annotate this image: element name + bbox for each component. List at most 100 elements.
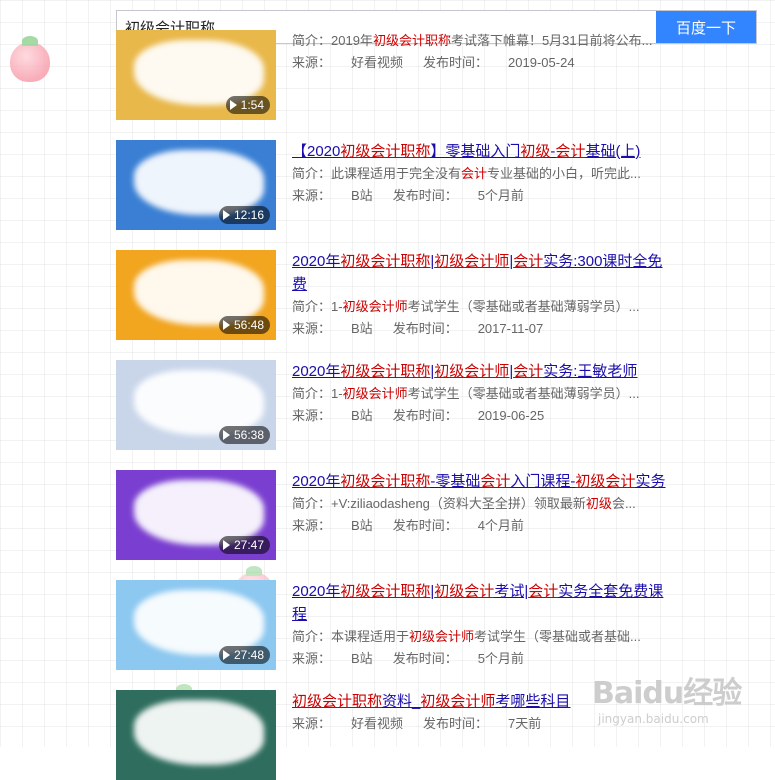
time-prefix: 发布时间： [392,188,458,203]
desc-text: 会... [611,496,636,511]
source-value: 好看视频 [351,55,404,70]
source-value: B站 [351,518,373,533]
result-source: 来源： 好看视频 [292,716,403,731]
result-info: 2020年初级会计职称|初级会计师|会计实务:王敏老师 简介：1-初级会计师考试学… [292,360,672,427]
video-thumbnail[interactable]: 12:16 [116,140,276,230]
time-prefix: 发布时间： [423,55,489,70]
desc-prefix: 简介： [292,299,332,314]
time-value: 2019-05-24 [508,55,575,70]
watermark: Baidu经验 jingyan.baidu.com [592,668,752,738]
title-highlight: 会计 [480,473,511,490]
result-source: 来源： B站 [292,518,373,533]
title-highlight: 初级会计师 [420,693,496,710]
duration-text: 56:38 [233,428,264,442]
desc-text: 本课程适用于 [331,629,410,644]
video-thumbnail[interactable]: 56:38 [116,360,276,450]
desc-highlight: 初级会计师 [342,299,408,314]
desc-highlight: 初级会计师 [409,629,475,644]
video-thumbnail[interactable]: 27:47 [116,470,276,560]
duration-badge: 12:16 [218,206,270,224]
title-highlight: 会计 [513,363,544,380]
source-prefix: 来源： [292,55,332,70]
watermark-logo: Baidu经验 [592,676,742,711]
video-thumbnail[interactable]: 1:54 [116,30,276,120]
result-time: 发布时间： 5个月前 [393,188,524,203]
play-icon [222,430,230,440]
time-value: 5个月前 [477,188,524,203]
desc-highlight: 初级会计职称 [372,33,451,48]
time-prefix: 发布时间： [392,518,458,533]
result-title-link[interactable]: 2020年初级会计职称|初级会计师|会计实务:300课时全免费 [292,250,672,296]
title-highlight: 初级会计师 [434,253,510,270]
result-title-link[interactable]: 【2020初级会计职称】零基础入门初级-会计基础(上) [292,140,672,163]
duration-badge: 56:38 [218,426,270,444]
desc-prefix: 简介： [292,496,332,511]
title-text: 【2020 [292,143,341,160]
title-text: 2020年 [292,583,341,600]
desc-text: 1- [331,386,343,401]
time-value: 2017-11-07 [477,321,544,336]
result-meta: 来源： B站 发布时间： 2017-11-07 [292,318,672,340]
result-title-link[interactable]: 2020年初级会计职称|初级会计考试|会计实务全套免费课程 [292,580,672,626]
desc-text: 专业基础的小白，听完此... [487,166,641,181]
video-thumbnail[interactable]: 27:48 [116,580,276,670]
source-value: B站 [351,188,373,203]
result-title-link[interactable]: 2020年初级会计职称-零基础会计入门课程-初级会计实务 [292,470,672,493]
play-icon [222,540,230,550]
title-text: 2020年 [292,473,341,490]
result-item: 12:16 【2020初级会计职称】零基础入门初级-会计基础(上) 简介：此课程适用… [116,140,676,230]
desc-text: +V:ziliaodasheng（资料大圣全拼）领取最新 [331,496,586,511]
title-highlight: 初级会计职称 [340,473,431,490]
title-text: 】零基础入门 [430,143,521,160]
result-time: 发布时间： 7天前 [423,716,541,731]
result-item: 1:54 简介：2019年初级会计职称考试落下帷幕！5月31日前将公布... 来源：… [116,30,676,120]
time-value: 5个月前 [477,651,524,666]
result-source: 来源： B站 [292,321,373,336]
result-info: 【2020初级会计职称】零基础入门初级-会计基础(上) 简介：此课程适用于完全没有… [292,140,672,207]
result-info: 简介：2019年初级会计职称考试落下帷幕！5月31日前将公布... 来源： 好看视频… [292,30,672,74]
result-time: 发布时间： 5个月前 [393,651,524,666]
play-icon [229,100,237,110]
title-highlight: 会计 [528,583,559,600]
duration-text: 27:47 [233,538,264,552]
source-value: 好看视频 [351,716,404,731]
title-highlight: 初级会计职称 [340,253,431,270]
result-item: 56:38 2020年初级会计职称|初级会计师|会计实务:王敏老师 简介：1-初级会… [116,360,676,450]
result-description: 简介：此课程适用于完全没有会计专业基础的小白，听完此... [292,163,672,185]
video-thumbnail[interactable] [116,690,276,780]
source-prefix: 来源： [292,321,332,336]
result-info: 2020年初级会计职称-零基础会计入门课程-初级会计实务 简介：+V:ziliao… [292,470,672,537]
title-text: -零基础 [430,473,481,490]
video-thumbnail[interactable]: 56:48 [116,250,276,340]
title-text: 入门课程- [510,473,576,490]
watermark-url: jingyan.baidu.com [598,712,709,726]
desc-text: 此课程适用于完全没有 [331,166,462,181]
title-text: 2020年 [292,363,341,380]
result-title-link[interactable]: 2020年初级会计职称|初级会计师|会计实务:王敏老师 [292,360,672,383]
desc-text: 2019年 [331,33,373,48]
title-highlight: 初级会计职称 [292,693,383,710]
duration-text: 27:48 [233,648,264,662]
result-description: 简介：2019年初级会计职称考试落下帷幕！5月31日前将公布... [292,30,672,52]
desc-prefix: 简介： [292,629,332,644]
desc-highlight: 会计 [461,166,488,181]
title-highlight: 会计 [555,143,586,160]
title-text: 基础(上) [585,143,641,160]
title-highlight: 初级会计 [434,583,495,600]
desc-text: 考试学生（零基础或者基础薄弱学员）... [407,386,640,401]
source-prefix: 来源： [292,188,332,203]
time-value: 7天前 [508,716,542,731]
result-item: 56:48 2020年初级会计职称|初级会计师|会计实务:300课时全免费 简介：1… [116,250,676,340]
result-meta: 来源： B站 发布时间： 5个月前 [292,648,672,670]
result-description: 简介：+V:ziliaodasheng（资料大圣全拼）领取最新初级会... [292,493,672,515]
result-meta: 来源： B站 发布时间： 2019-06-25 [292,405,672,427]
time-value: 2019-06-25 [477,408,545,423]
source-prefix: 来源： [292,651,332,666]
result-description: 简介：本课程适用于初级会计师考试学生（零基础或者基础... [292,626,672,648]
desc-prefix: 简介： [292,386,332,401]
blurred-area [134,700,264,765]
desc-prefix: 简介： [292,166,332,181]
result-description: 简介：1-初级会计师考试学生（零基础或者基础薄弱学员）... [292,383,672,405]
desc-prefix: 简介： [292,33,332,48]
source-prefix: 来源： [292,518,332,533]
